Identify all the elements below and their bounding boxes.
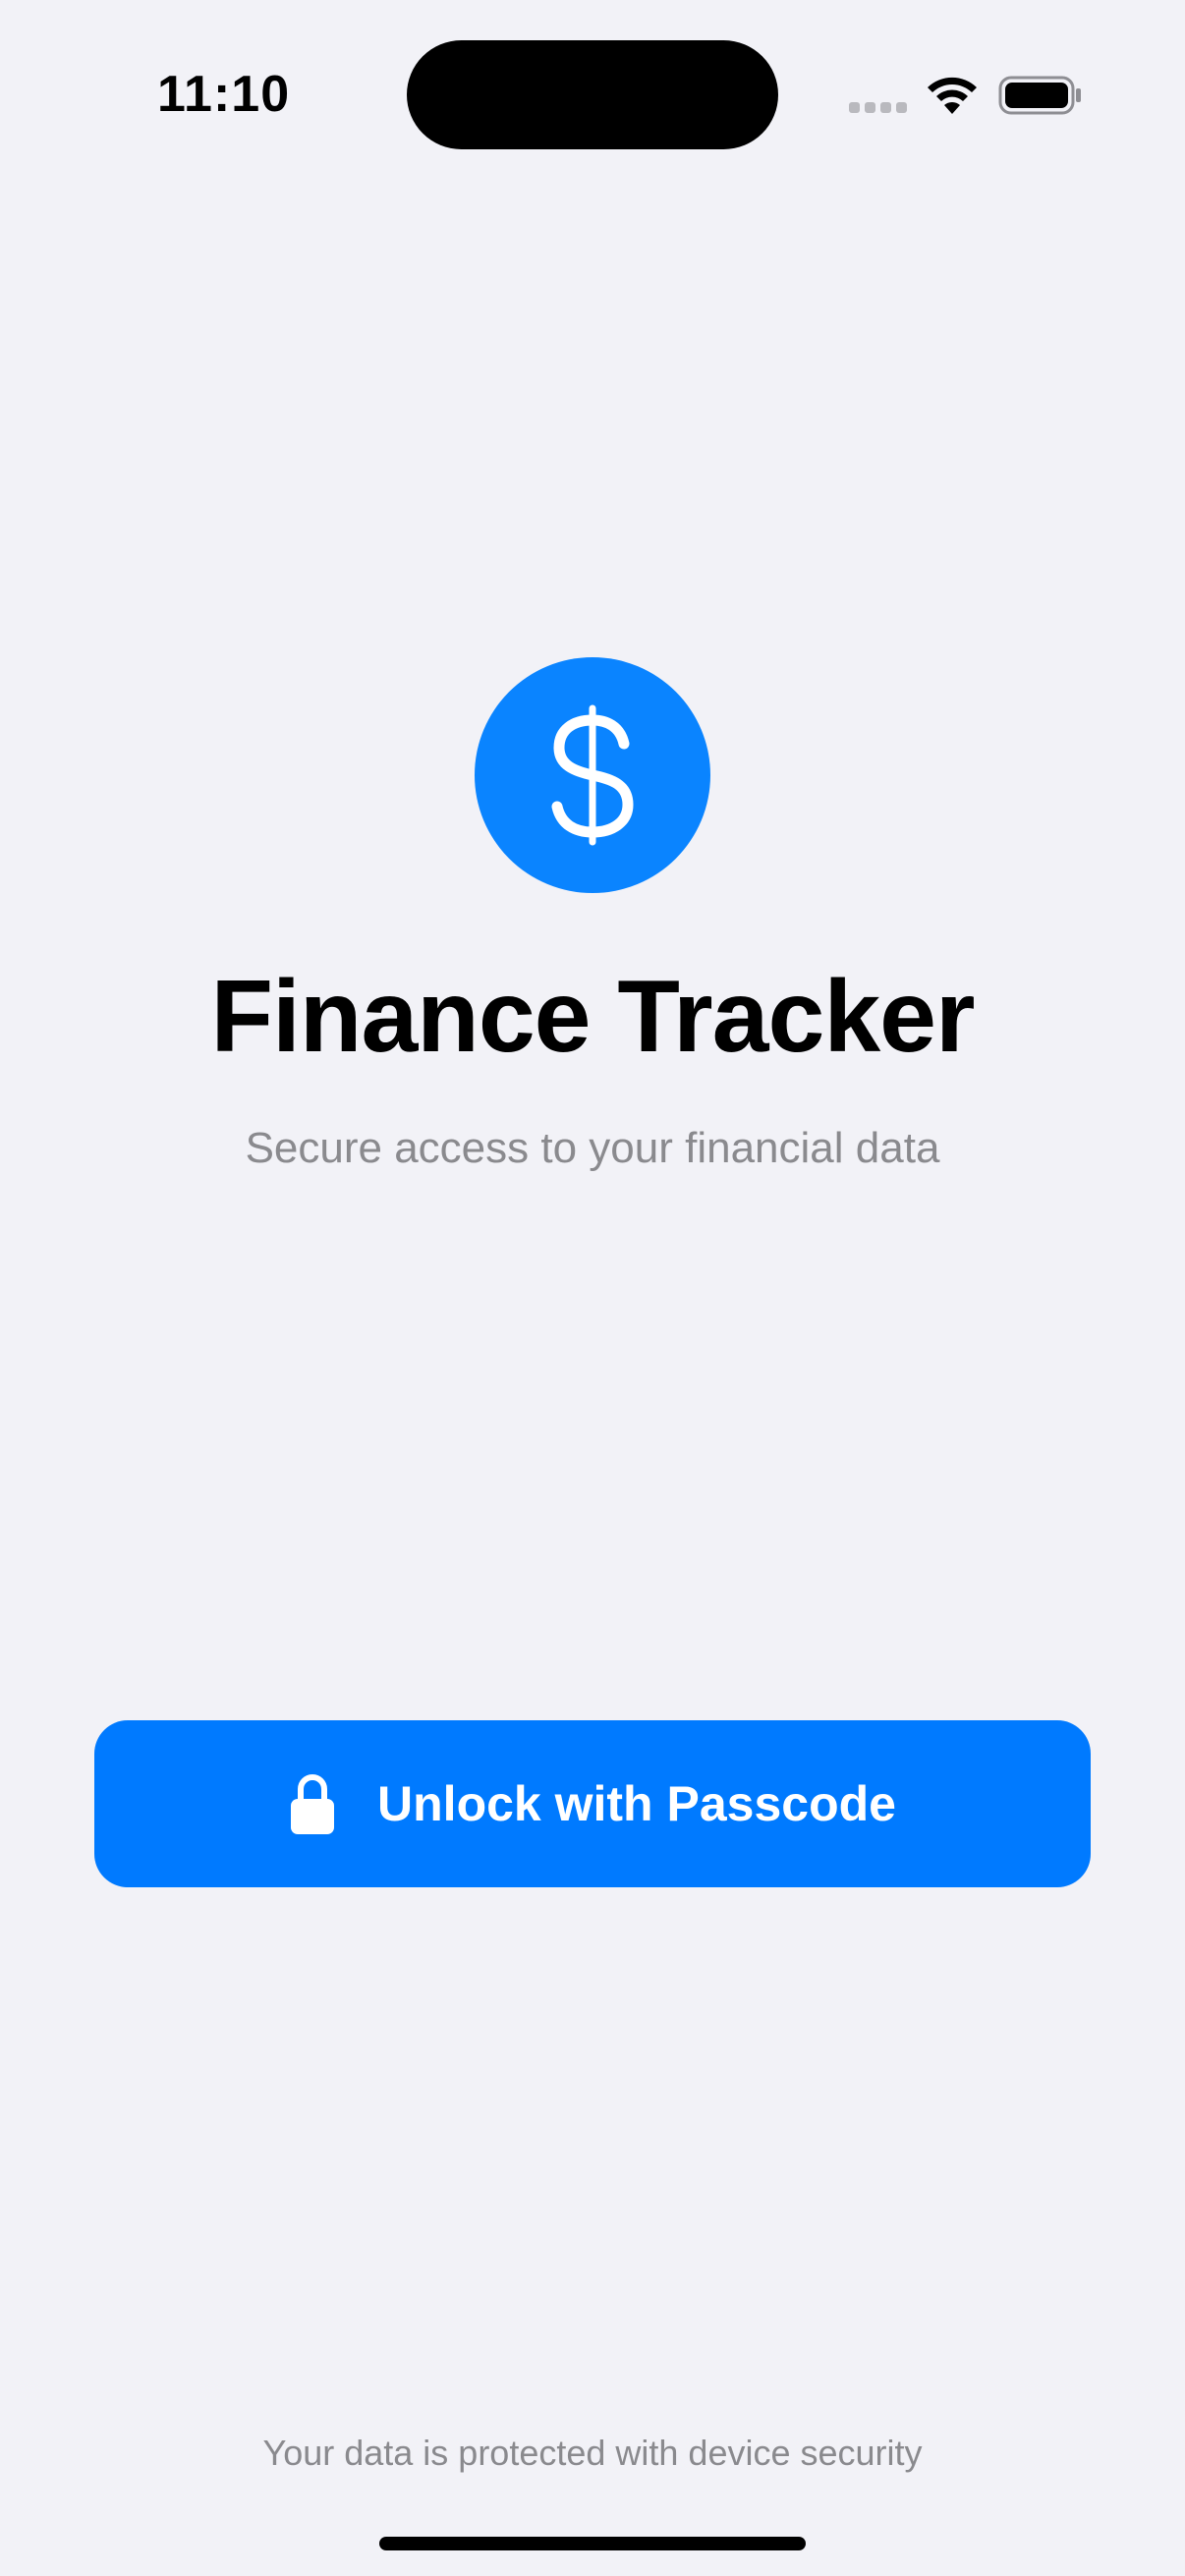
unlock-with-passcode-button[interactable]: Unlock with Passcode [94, 1720, 1091, 1887]
home-indicator[interactable] [379, 2537, 806, 2550]
battery-icon [998, 76, 1083, 115]
status-bar: 11:10 [0, 0, 1185, 187]
app-subtitle: Secure access to your financial data [245, 1124, 940, 1172]
unlock-button-label: Unlock with Passcode [377, 1776, 896, 1831]
dollar-sign-icon [475, 657, 710, 893]
lock-icon [289, 1771, 336, 1836]
security-note: Your data is protected with device secur… [262, 2433, 923, 2473]
cellular-signal-icon [849, 102, 908, 116]
wifi-icon [924, 75, 981, 116]
dynamic-island [407, 40, 778, 149]
status-time: 11:10 [157, 66, 291, 123]
app-title: Finance Tracker [210, 960, 976, 1074]
